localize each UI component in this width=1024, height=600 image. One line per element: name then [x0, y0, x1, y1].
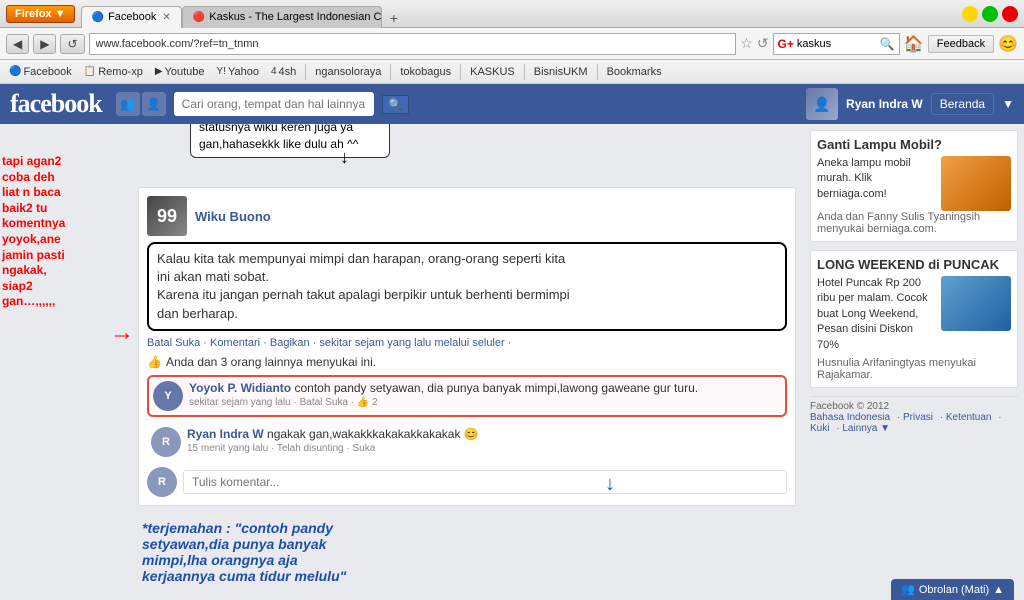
- tab-facebook-label: Facebook: [108, 11, 156, 23]
- comment-yoyok-avatar[interactable]: Y: [153, 381, 183, 411]
- chat-icon: 👥: [901, 583, 915, 596]
- search-input[interactable]: [797, 38, 877, 50]
- browser-titlebar: Firefox ▼ 🔵 Facebook ✕ 🔴 Kaskus - The La…: [0, 0, 1024, 28]
- feedback-button[interactable]: Feedback: [928, 35, 994, 53]
- back-button[interactable]: ◀: [6, 34, 29, 54]
- fb-dropdown-icon[interactable]: ▼: [1002, 97, 1014, 111]
- post-card: 99 Wiku Buono Kalau kita tak mempunyai m…: [138, 187, 796, 506]
- tab-facebook-close[interactable]: ✕: [162, 12, 170, 23]
- new-tab-button[interactable]: +: [382, 8, 406, 28]
- bookmark-bisnis[interactable]: BisnisUKM: [531, 65, 591, 79]
- tab-kaskus-label: Kaskus - The Largest Indonesian Com...: [209, 11, 382, 23]
- comment-yoyok: Y Yoyok P. Widianto contoh pandy setyawa…: [147, 375, 787, 417]
- post-actions: Batal Suka · Komentari · Bagikan · sekit…: [147, 337, 787, 349]
- fb-copyright: Facebook © 2012: [810, 401, 1018, 412]
- maximize-button[interactable]: [982, 6, 998, 22]
- tab-facebook[interactable]: 🔵 Facebook ✕: [81, 6, 182, 28]
- bookmark-4sh[interactable]: 4 4sh: [268, 65, 299, 79]
- home-icon[interactable]: 🏠: [904, 34, 924, 54]
- sidebar-ad2: LONG WEEKEND di PUNCAK Hotel Puncak Rp 2…: [810, 250, 1018, 388]
- address-input[interactable]: [89, 33, 737, 55]
- sidebar-ad2-image[interactable]: [941, 276, 1011, 331]
- fb-feed: statusnya wiku keren juga ya gan,hahasek…: [130, 124, 804, 600]
- post-header: 99 Wiku Buono: [147, 196, 787, 236]
- fb-friend-icon[interactable]: 👤: [142, 92, 166, 116]
- facebook-tab-icon: 🔵: [92, 12, 104, 23]
- search-box: G+ 🔍: [773, 33, 900, 55]
- fb-search-input[interactable]: [174, 92, 374, 116]
- right-arrow: →: [110, 319, 134, 347]
- tab-kaskus[interactable]: 🔴 Kaskus - The Largest Indonesian Com...…: [182, 6, 382, 28]
- comment-input-row: R: [147, 467, 787, 497]
- chat-bar-chevron: ▲: [993, 584, 1004, 596]
- chat-bar-label: Obrolan (Mati): [919, 584, 989, 596]
- fb-footer-links: Bahasa Indonesia · Privasi · Ketentuan ·…: [810, 412, 1018, 434]
- fb-home-button[interactable]: Beranda: [931, 93, 994, 115]
- bookmark-facebook[interactable]: 🔵 Facebook: [6, 65, 75, 79]
- comment-ryan-content: Ryan Indra W ngakak gan,wakakkkakakakkak…: [187, 427, 783, 454]
- sidebar-ad1: Ganti Lampu Mobil? Aneka lampu mobil mur…: [810, 130, 1018, 242]
- speech-bubble: statusnya wiku keren juga ya gan,hahasek…: [190, 124, 390, 158]
- fb-logo: facebook: [10, 89, 102, 119]
- refresh-icon[interactable]: ↺: [757, 35, 769, 52]
- reload-button[interactable]: ↺: [60, 34, 84, 54]
- post-like-info: 👍 Anda dan 3 orang lainnya menyukai ini.: [147, 355, 787, 369]
- fb-footer: Facebook © 2012 Bahasa Indonesia · Priva…: [810, 396, 1018, 434]
- comment-yoyok-meta: sekitar sejam yang lalu · Batal Suka · 👍…: [189, 397, 781, 408]
- sidebar-ad2-likes: Husnulia Arifaningtyas menyukai Rajakama…: [817, 357, 1011, 381]
- comment-ryan-avatar[interactable]: R: [151, 427, 181, 457]
- fb-sidebar: Ganti Lampu Mobil? Aneka lampu mobil mur…: [804, 124, 1024, 600]
- sidebar-ad1-image[interactable]: [941, 156, 1011, 211]
- sidebar-ad2-title: LONG WEEKEND di PUNCAK: [817, 257, 1011, 272]
- sidebar-ad1-title: Ganti Lampu Mobil?: [817, 137, 1011, 152]
- bookmark-tokobagus[interactable]: tokobagus: [397, 65, 454, 79]
- fb-user-avatar[interactable]: 👤: [806, 88, 838, 120]
- fb-navbar: facebook 👥 👤 🔍 👤 Ryan Indra W Beranda ▼: [0, 84, 1024, 124]
- translation-annotation: *terjemahan : "contoh pandy setyawan,dia…: [138, 516, 796, 588]
- bookmark-star[interactable]: ☆: [740, 35, 753, 52]
- post-author-avatar[interactable]: 99: [147, 196, 187, 236]
- footer-link-lainnya[interactable]: Lainnya ▼: [842, 423, 890, 434]
- fb-main: tapi agan2 coba deh liat n baca baik2 tu…: [0, 124, 1024, 600]
- post-content: Kalau kita tak mempunyai mimpi dan harap…: [147, 242, 787, 331]
- minimize-button[interactable]: [962, 6, 978, 22]
- footer-link-ketentuan[interactable]: Ketentuan: [946, 412, 992, 423]
- bookmark-youtube[interactable]: ▶ Youtube: [152, 65, 208, 79]
- bookmark-remo[interactable]: 📋 Remo-xp: [81, 65, 146, 79]
- fb-people-icon[interactable]: 👥: [116, 92, 140, 116]
- sidebar-ad1-likes: Anda dan Fanny Sulis Tyaningsih menyukai…: [817, 211, 1011, 235]
- close-button[interactable]: [1002, 6, 1018, 22]
- facebook-app: facebook 👥 👤 🔍 👤 Ryan Indra W Beranda ▼ …: [0, 84, 1024, 600]
- bookmark-bookmarks[interactable]: Bookmarks: [604, 65, 665, 79]
- comment-ryan-meta: 15 menit yang lalu · Telah disunting · S…: [187, 443, 783, 454]
- comment-yoyok-content: Yoyok P. Widianto contoh pandy setyawan,…: [189, 381, 781, 408]
- search-engine-icon: G+: [778, 37, 794, 51]
- bookmark-nganso[interactable]: ngansoloraya: [312, 65, 384, 79]
- fb-search-button[interactable]: 🔍: [382, 95, 410, 114]
- firefox-button[interactable]: Firefox ▼: [6, 5, 75, 23]
- address-bar: ◀ ▶ ↺ ☆ ↺ G+ 🔍 🏠 Feedback 😊: [0, 28, 1024, 60]
- fb-nav-icons: 👥 👤: [116, 92, 166, 116]
- footer-link-bahasa[interactable]: Bahasa Indonesia: [810, 412, 890, 423]
- kaskus-tab-icon: 🔴: [193, 12, 205, 23]
- bookmark-yahoo[interactable]: Y! Yahoo: [214, 65, 262, 79]
- comment-input-avatar: R: [147, 467, 177, 497]
- forward-button[interactable]: ▶: [33, 34, 56, 54]
- search-submit-icon[interactable]: 🔍: [880, 37, 895, 51]
- fb-nav-right: 👤 Ryan Indra W Beranda ▼: [806, 88, 1014, 120]
- chat-bar[interactable]: 👥 Obrolan (Mati) ▲: [891, 579, 1014, 600]
- addon-icon[interactable]: 😊: [998, 34, 1018, 54]
- bookmark-kaskus[interactable]: KASKUS: [467, 65, 518, 79]
- comment-input[interactable]: [183, 470, 787, 494]
- post-author-name[interactable]: Wiku Buono: [195, 209, 271, 224]
- footer-link-kuki[interactable]: Kuki: [810, 423, 829, 434]
- blue-down-arrow: ↓: [605, 473, 615, 496]
- comment-ryan: R Ryan Indra W ngakak gan,wakakkkakakakk…: [147, 423, 787, 461]
- bookmarks-bar: 🔵 Facebook 📋 Remo-xp ▶ Youtube Y! Yahoo …: [0, 60, 1024, 84]
- fb-user-name[interactable]: Ryan Indra W: [846, 97, 923, 111]
- footer-link-privasi[interactable]: Privasi: [903, 412, 933, 423]
